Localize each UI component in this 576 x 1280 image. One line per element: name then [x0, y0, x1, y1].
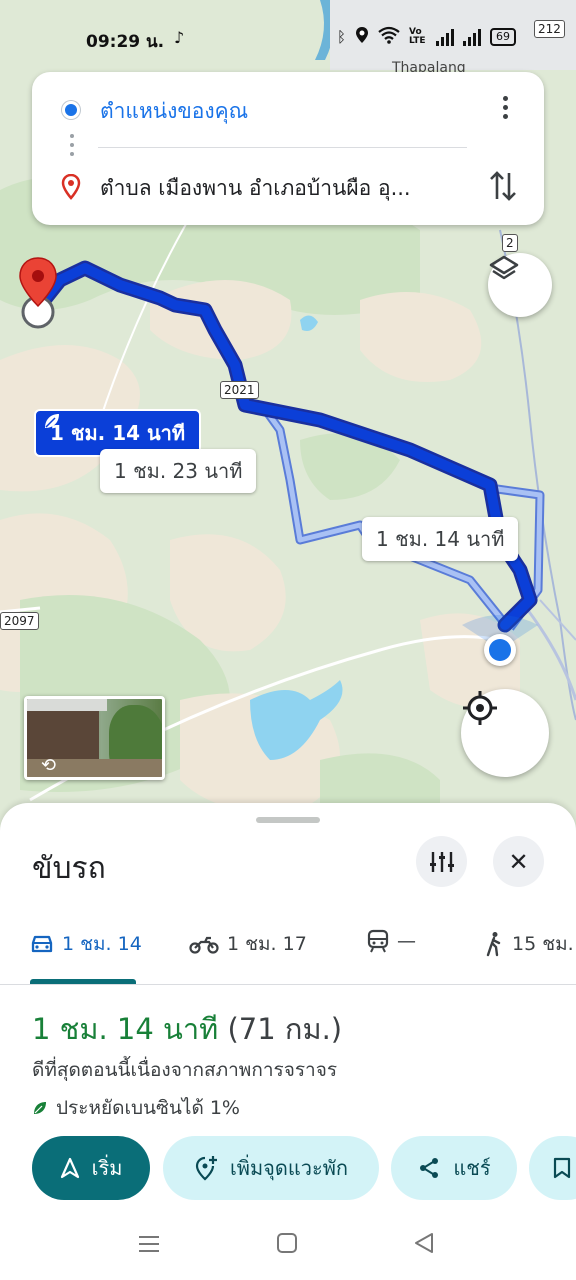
route-distance: (71 กม.): [227, 1012, 343, 1046]
road-shield-212: 212: [534, 20, 565, 38]
motorcycle-icon: [189, 936, 219, 954]
bookmark-icon: [553, 1157, 571, 1179]
road-shield-2: 2: [502, 234, 518, 252]
save-button[interactable]: [529, 1136, 576, 1200]
route-dots-icon: [70, 134, 74, 161]
walk-icon: [486, 932, 501, 957]
volte-icon: Vo LTE: [409, 27, 426, 46]
status-time: 09:29 น.: [86, 32, 165, 52]
more-options-icon[interactable]: [495, 96, 515, 126]
signal-icon-2: [463, 28, 481, 46]
red-pin-icon: [19, 257, 57, 329]
tab-walking[interactable]: 15 ชม.: [484, 929, 574, 959]
route-description: ดีที่สุดตอนนี้เนื่องจากสภาพการจราจร: [32, 1059, 338, 1081]
start-button[interactable]: เริ่ม: [32, 1136, 150, 1200]
close-icon: ✕: [508, 847, 529, 876]
destination-field[interactable]: ตำบล เมืองพาน อำเภอบ้านผือ อุ...: [100, 172, 460, 205]
crosshair-icon: [463, 691, 497, 725]
share-icon: [420, 1158, 439, 1178]
layers-button[interactable]: [488, 253, 552, 317]
origin-dot-icon: [62, 101, 80, 119]
signal-icon-1: [436, 28, 454, 46]
tab-driving[interactable]: 1 ชม. 14: [30, 929, 142, 959]
action-buttons: เริ่ม เพิ่มจุดแวะพัก แชร์: [32, 1136, 576, 1200]
bluetooth-icon: ᛒ: [336, 28, 346, 46]
back-icon[interactable]: [413, 1232, 435, 1260]
divider: [98, 147, 467, 148]
tab-transit[interactable]: —: [367, 929, 416, 953]
tiktok-icon: ♪: [174, 28, 185, 47]
route-label-alt-2[interactable]: 1 ชม. 14 นาที: [362, 517, 519, 561]
layers-icon: [489, 255, 519, 280]
tune-icon: [429, 851, 454, 872]
street-view-thumbnail[interactable]: ⟲: [24, 696, 165, 780]
origin-field[interactable]: ตำแหน่งของคุณ: [100, 95, 248, 128]
bottom-sheet: ขับรถ ✕ 1 ชม. 14 1 ชม. 17 — 15 ชม. 1 ชม.…: [0, 803, 576, 1280]
sheet-title: ขับรถ: [32, 851, 106, 886]
destination-pin-icon: [61, 173, 81, 204]
add-stop-button[interactable]: เพิ่มจุดแวะพัก: [163, 1136, 379, 1200]
tab-motorcycle[interactable]: 1 ชม. 17: [189, 929, 307, 959]
train-icon: [367, 929, 389, 953]
leaf-icon: [45, 414, 59, 428]
status-icons: ᛒ Vo LTE 69: [337, 26, 516, 48]
route-options-button[interactable]: [416, 836, 467, 887]
eco-savings: ประหยัดเบนซินได้ 1%: [32, 1093, 240, 1123]
leaf-icon: [34, 1102, 46, 1114]
share-button[interactable]: แชร์: [391, 1136, 517, 1200]
drag-handle[interactable]: [256, 817, 320, 823]
active-tab-indicator: [30, 979, 136, 984]
system-nav-bar: [0, 1210, 576, 1280]
menu-icon[interactable]: [138, 1232, 160, 1260]
swap-icon[interactable]: [489, 169, 517, 210]
location-icon: [355, 26, 369, 48]
wifi-icon: [378, 26, 400, 48]
add-location-icon: [195, 1156, 217, 1181]
car-icon: [31, 935, 53, 953]
status-bar: 09:29 น. ♪ ᛒ Vo LTE 69: [0, 22, 576, 58]
route-label-alt-1[interactable]: 1 ชม. 23 นาที: [100, 449, 257, 493]
home-icon[interactable]: [276, 1232, 298, 1260]
road-shield-2021: 2021: [220, 381, 259, 399]
route-duration: 1 ชม. 14 นาที (71 กม.): [32, 1012, 343, 1046]
current-location-marker: [484, 634, 516, 666]
travel-mode-tabs: 1 ชม. 14 1 ชม. 17 — 15 ชม.: [0, 913, 576, 985]
my-location-button[interactable]: [461, 689, 549, 777]
road-shield-2097: 2097: [0, 612, 39, 630]
rotate-360-icon: ⟲: [41, 755, 57, 776]
battery-icon: 69: [490, 28, 516, 46]
close-button[interactable]: ✕: [493, 836, 544, 887]
navigation-arrow-icon: [60, 1157, 79, 1179]
